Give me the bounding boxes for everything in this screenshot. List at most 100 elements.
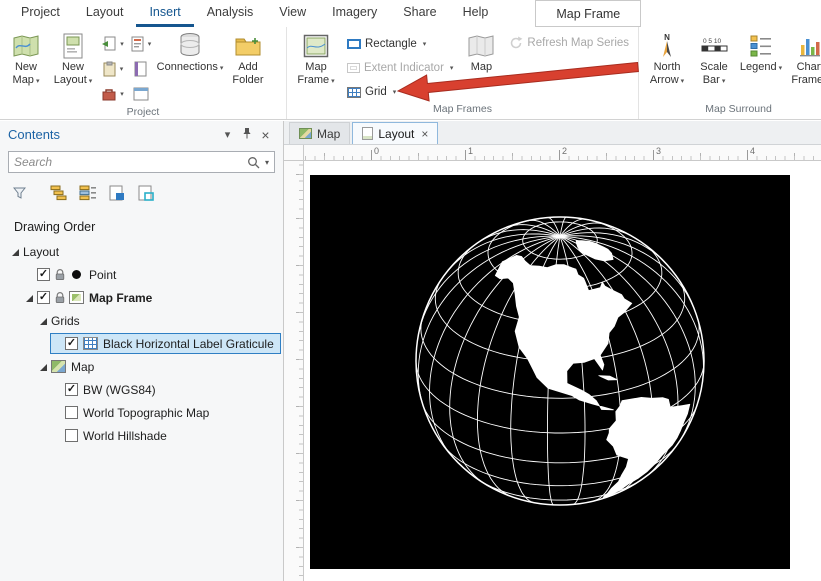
contents-title: Contents xyxy=(8,127,61,142)
chart-frame-button[interactable]: Chart Frame▾ xyxy=(787,30,821,103)
map-tab-label: Map xyxy=(317,126,341,141)
new-layout-label: New Layout xyxy=(53,61,87,86)
expander-icon[interactable] xyxy=(9,245,23,259)
tree-item-world-topographic-map[interactable]: World Topographic Map xyxy=(0,401,283,424)
ribbon-tab-map-frame[interactable]: Map Frame xyxy=(535,0,642,27)
tree-item-bw-wgs84[interactable]: ✓ BW (WGS84) xyxy=(0,378,283,401)
ribbon-tab-view[interactable]: View xyxy=(266,0,319,27)
extent-indicator-icon xyxy=(347,63,360,73)
map-label: Map xyxy=(470,61,493,73)
visibility-checkbox[interactable]: ✓ xyxy=(37,268,50,281)
visibility-checkbox[interactable] xyxy=(65,429,78,442)
visibility-checkbox[interactable] xyxy=(65,406,78,419)
close-tab-icon[interactable]: × xyxy=(421,127,428,141)
toolbox-button[interactable]: ▾ xyxy=(99,82,126,106)
refresh-map-series-button[interactable]: Refresh Map Series xyxy=(505,32,633,54)
extent-indicator-button[interactable]: Extent Indicator ▾ xyxy=(343,57,457,79)
new-layout-button[interactable]: New Layout ▾ xyxy=(50,30,96,106)
chevron-down-icon: ▾ xyxy=(680,77,685,85)
layer-label: World Hillshade xyxy=(83,428,167,443)
map-frame-button[interactable]: Map Frame ▾ xyxy=(292,30,340,103)
chevron-down-icon: ▾ xyxy=(449,65,454,72)
funnel-icon xyxy=(12,187,26,199)
ribbon-tab-share[interactable]: Share xyxy=(390,0,449,27)
graticule-icon xyxy=(83,337,98,350)
svg-text:0 5 10: 0 5 10 xyxy=(703,38,721,45)
add-folder-button[interactable]: Add Folder xyxy=(226,30,270,106)
filter-button[interactable] xyxy=(7,182,31,204)
pane-menu-chevron-icon[interactable]: ▾ xyxy=(218,128,237,141)
chevron-down-icon: ▾ xyxy=(119,66,124,73)
layout-canvas[interactable] xyxy=(304,161,821,581)
expander-icon[interactable] xyxy=(37,314,51,328)
visibility-checkbox[interactable]: ✓ xyxy=(65,383,78,396)
connections-button[interactable]: Connections ▾ xyxy=(157,30,223,106)
ribbon-tab-analysis[interactable]: Analysis xyxy=(194,0,267,27)
tree-item-point[interactable]: ✓ Point xyxy=(0,263,283,286)
list-by-source-button[interactable] xyxy=(76,182,100,204)
legend-icon xyxy=(749,32,773,59)
map-button[interactable]: Map xyxy=(460,30,502,103)
chart-frame-label: Chart Frame xyxy=(791,61,821,86)
chevron-down-icon: ▾ xyxy=(422,41,427,48)
expander-icon[interactable] xyxy=(37,360,51,374)
h-ruler[interactable]: 0 1 2 3 4 xyxy=(304,145,821,161)
list-by-editing-button[interactable] xyxy=(134,182,158,204)
lock-icon[interactable] xyxy=(55,268,65,281)
chevron-down-icon: ▾ xyxy=(120,41,124,48)
ribbon-group-map-surround: N North Arrow ▾ 0 5 10 Scale Bar ▾ Legend ▾ xyxy=(639,27,821,119)
add-window-button[interactable] xyxy=(127,82,154,106)
ribbon-tab-insert[interactable]: Insert xyxy=(136,0,194,27)
search-icon[interactable] xyxy=(247,156,260,169)
chevron-down-icon: ▾ xyxy=(88,77,93,85)
rectangle-label: Rectangle xyxy=(365,38,417,50)
new-notebook-button[interactable] xyxy=(127,57,154,81)
tree-item-map-frame[interactable]: ✓ Map Frame xyxy=(0,286,283,309)
tree-item-layout[interactable]: Layout xyxy=(0,240,283,263)
new-report-button[interactable]: ▾ xyxy=(127,32,154,56)
search-input[interactable] xyxy=(14,155,244,169)
search-row: ▾ xyxy=(0,148,283,177)
v-ruler[interactable] xyxy=(284,161,304,581)
search-box[interactable]: ▾ xyxy=(8,151,275,173)
new-map-button[interactable]: New Map ▾ xyxy=(5,30,47,106)
scale-bar-button[interactable]: 0 5 10 Scale Bar ▾ xyxy=(693,30,735,103)
tree-item-black-horizontal-label-graticule[interactable]: ✓ Black Horizontal Label Graticule xyxy=(0,332,283,355)
map-frame-icon xyxy=(303,32,329,59)
lock-icon[interactable] xyxy=(55,291,65,304)
tree-item-grids[interactable]: Grids xyxy=(0,309,283,332)
rectangle-button[interactable]: Rectangle ▾ xyxy=(343,33,457,55)
list-by-drawing-order-button[interactable] xyxy=(47,182,71,204)
pin-icon[interactable] xyxy=(237,127,256,142)
visibility-checkbox[interactable]: ✓ xyxy=(65,337,78,350)
svg-text:N: N xyxy=(664,33,670,42)
search-options-chevron-icon[interactable]: ▾ xyxy=(265,158,269,167)
view-tab-layout[interactable]: Layout × xyxy=(352,122,439,144)
ribbon-tab-imagery[interactable]: Imagery xyxy=(319,0,390,27)
ribbon-tab-project[interactable]: Project xyxy=(8,0,73,27)
close-icon[interactable]: × xyxy=(256,127,275,143)
import-map-button[interactable]: ▾ xyxy=(99,32,126,56)
ribbon-tab-help[interactable]: Help xyxy=(450,0,502,27)
group-label-project: Project xyxy=(126,106,160,118)
view-tab-bar: Map Layout × xyxy=(284,121,821,145)
visibility-checkbox[interactable]: ✓ xyxy=(37,291,50,304)
legend-button[interactable]: Legend ▾ xyxy=(738,30,784,103)
tree-item-map[interactable]: Map xyxy=(0,355,283,378)
tree-item-world-hillshade[interactable]: World Hillshade xyxy=(0,424,283,447)
list-by-selection-button[interactable] xyxy=(105,182,129,204)
ruler-tick-label: 0 xyxy=(374,146,380,156)
layout-tab-label: Layout xyxy=(378,126,415,141)
view-tab-map[interactable]: Map xyxy=(289,122,351,144)
ribbon-tab-layout[interactable]: Layout xyxy=(73,0,137,27)
grid-button[interactable]: Grid ▾ xyxy=(343,81,457,103)
north-arrow-button[interactable]: N North Arrow ▾ xyxy=(644,30,690,103)
paste-button[interactable]: ▾ xyxy=(99,57,126,81)
map-frame-element[interactable] xyxy=(310,175,790,569)
contents-header: Contents ▾ × xyxy=(0,121,283,148)
connections-label: Connections xyxy=(156,61,218,73)
expander-icon[interactable] xyxy=(23,291,37,305)
view-area: Map Layout × 0 1 2 3 4 xyxy=(284,121,821,581)
